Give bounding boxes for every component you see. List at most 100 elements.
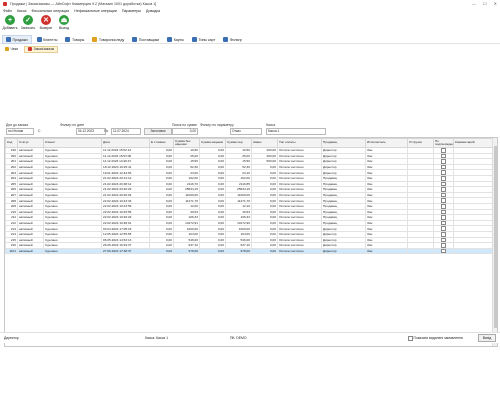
column-header[interactable]: Сумма пер [225, 138, 252, 148]
tab-receipts[interactable]: Чеки [2, 47, 21, 52]
menu-params[interactable]: Параметры [122, 9, 141, 13]
return-button[interactable]: ✕ Возврат [40, 15, 52, 30]
column-header[interactable]: Тип оплаты [277, 138, 322, 148]
checkbox-box[interactable] [441, 215, 446, 220]
show-deleted-checkbox[interactable]: Показати видалені замовлення [408, 336, 463, 341]
tab-cards[interactable]: Карты [164, 36, 187, 43]
menu-file[interactable]: Файл [3, 9, 12, 13]
close-button[interactable]: ✕ [494, 1, 497, 6]
tab-sales[interactable]: Продажи [2, 35, 32, 44]
checkbox-box[interactable] [441, 148, 446, 153]
table-row[interactable]: 1101 активный Сделано 27.06.2024 17:38:37 0,… [5, 247, 493, 255]
exit-button[interactable]: Вихід [478, 334, 496, 342]
tab-card-types[interactable]: Типы карт [189, 36, 218, 43]
checkbox-box[interactable] [441, 204, 446, 209]
checkbox-box[interactable] [441, 226, 446, 231]
tab-orders[interactable]: Заказ/заказы [24, 45, 59, 53]
menu-cash[interactable]: Касса [17, 9, 27, 13]
table-cell: Оплата частично [277, 247, 322, 255]
checkbox-box[interactable] [441, 187, 446, 192]
apply-button[interactable]: Заголовок [144, 128, 172, 135]
column-header[interactable]: Сумма без наценки [173, 138, 200, 148]
status-cash: Касса: Касса 1 [145, 336, 168, 340]
menu-extra[interactable]: Доводка [146, 9, 160, 13]
exit-label: Выход [58, 26, 70, 30]
column-header[interactable]: Исполнитель [365, 138, 408, 148]
checkbox-box[interactable] [441, 232, 446, 237]
menu-fiscal[interactable]: Фискальные операции [32, 9, 70, 13]
tab-label: Клиенты [43, 37, 58, 42]
checkbox-box[interactable] [441, 198, 446, 203]
checkbox-box[interactable] [441, 165, 446, 169]
menu-nonfiscal[interactable]: Нефискальные операции [74, 9, 117, 13]
tab-goods[interactable]: Товары [62, 36, 87, 43]
checkbox-box[interactable] [408, 336, 413, 341]
sum-label: Поиск по сумме [172, 123, 197, 127]
orders-grid[interactable]: Код Статус Клиент Дата Е стоимок Сумма без на… [4, 137, 498, 347]
tab-goods-sequence[interactable]: Товаропоследу [89, 36, 127, 43]
date-from-input[interactable]: 04.12.2023 [76, 128, 106, 135]
checkbox-box[interactable] [441, 176, 446, 181]
add-button[interactable]: + Добавить [2, 15, 18, 30]
checkbox-box[interactable] [441, 193, 446, 197]
vertical-scrollbar[interactable] [492, 138, 497, 346]
column-header[interactable]: Код [5, 138, 18, 148]
checkbox-box[interactable] [441, 170, 446, 175]
maximize-button[interactable]: ☐ [483, 1, 487, 6]
unconfirmed-checkbox[interactable] [433, 247, 454, 255]
orders-icon [28, 47, 33, 51]
checkbox-box[interactable] [441, 237, 446, 242]
column-header[interactable]: Статус [17, 138, 44, 148]
tab-label: Поставщики [138, 37, 160, 42]
save-button[interactable]: ✓ Записать [21, 15, 35, 30]
column-header[interactable]: Сумма наценки [199, 138, 226, 148]
cards-icon [167, 37, 173, 42]
date-filter-label: Фильтр по дате [60, 123, 85, 127]
column-header[interactable]: Продавец [321, 138, 366, 148]
scrollbar-thumb[interactable] [493, 146, 497, 328]
checkbox-box[interactable] [441, 249, 446, 253]
column-header[interactable]: Комментарий [453, 138, 493, 148]
tab-filter[interactable]: Фильтр [220, 36, 245, 43]
checkbox-box[interactable] [441, 154, 446, 158]
checkbox-box[interactable] [441, 243, 446, 248]
tab-label: Карты [173, 37, 184, 42]
column-header[interactable]: Е стоимок [149, 138, 174, 148]
table-cell: 0,00 [251, 247, 278, 255]
table-cell [407, 247, 434, 255]
goods-icon [65, 37, 71, 42]
sum-input[interactable]: 0,00 [172, 128, 198, 135]
date-to-label: По [104, 129, 109, 133]
tab-suppliers[interactable]: Поставщики [129, 36, 162, 43]
checkbox-box[interactable] [441, 159, 446, 164]
column-header[interactable]: Не подтверждено [433, 138, 454, 148]
exit-toolbar-button[interactable]: ⏏ Выход [58, 15, 70, 30]
column-header[interactable]: Отгрузка [407, 138, 434, 148]
table-cell: Сделано [43, 247, 102, 255]
window-controls: — ☐ ✕ [472, 1, 497, 6]
cash-select[interactable]: Касса 1 [266, 128, 326, 135]
status-bar: Директор Касса: Касса 1 ПК: DEMO Показат… [0, 332, 500, 343]
checkbox-box[interactable] [441, 181, 446, 186]
column-header[interactable]: Дата [101, 138, 150, 148]
checkbox-box[interactable] [441, 221, 446, 225]
params-select[interactable]: Отказ [230, 128, 262, 135]
column-header[interactable]: Клиент [43, 138, 102, 148]
add-icon: + [5, 15, 15, 25]
table-cell: 978,00 [173, 247, 200, 255]
date-to-input[interactable]: 11.07.2024 [111, 128, 141, 135]
tab-clients[interactable]: Клиенты [34, 36, 61, 43]
minimize-button[interactable]: — [472, 1, 476, 6]
column-header[interactable]: Аванс [251, 138, 278, 148]
table-cell: Зин [365, 247, 408, 255]
return-label: Возврат [39, 26, 53, 30]
return-icon: ✕ [41, 15, 51, 25]
table-cell: активный [17, 247, 44, 255]
tab-label: Фильтр [229, 37, 242, 42]
period-select[interactable]: по Итогам [6, 128, 34, 135]
add-label: Добавить [2, 26, 18, 30]
period-label: Дни до заказа [6, 123, 29, 127]
checkbox-box[interactable] [441, 209, 446, 214]
table-cell: 0,00 [199, 247, 226, 255]
clients-icon [36, 37, 42, 42]
